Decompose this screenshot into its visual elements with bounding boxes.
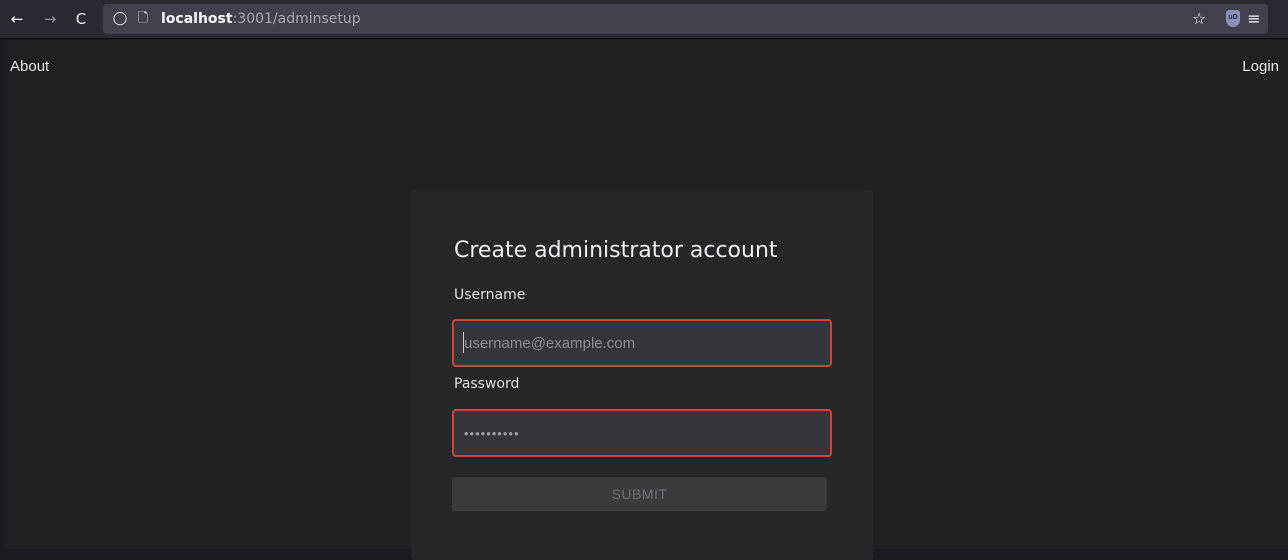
url-text[interactable]: localhost:3001/adminsetup xyxy=(161,10,361,28)
password-input[interactable] xyxy=(452,409,832,457)
password-label: Password xyxy=(454,376,520,392)
form-title: Create administrator account xyxy=(454,238,778,263)
admin-setup-card: Create administrator account Username Pa… xyxy=(411,190,873,560)
url-host: localhost xyxy=(161,11,233,27)
submit-button[interactable]: SUBMIT xyxy=(452,477,827,511)
username-input[interactable] xyxy=(452,319,832,367)
back-icon[interactable]: ← xyxy=(6,8,28,30)
page-content: About Login Create administrator account… xyxy=(5,40,1288,560)
about-link[interactable]: About xyxy=(10,58,49,75)
browser-toolbar: ← → C ◯ 🗋 localhost:3001/adminsetup ☆ uD… xyxy=(0,0,1288,39)
text-caret xyxy=(463,332,464,353)
url-bar[interactable]: ◯ 🗋 localhost:3001/adminsetup ☆ xyxy=(103,4,1268,34)
ublock-extension-icon[interactable]: uD xyxy=(1226,10,1240,27)
url-path: :3001/adminsetup xyxy=(232,11,361,27)
shield-icon[interactable]: ◯ xyxy=(111,9,129,29)
reload-icon[interactable]: C xyxy=(70,8,92,30)
menu-icon[interactable]: ≡ xyxy=(1243,8,1265,30)
bookmark-star-icon[interactable]: ☆ xyxy=(1188,8,1210,30)
forward-icon[interactable]: → xyxy=(39,8,61,30)
username-label: Username xyxy=(454,287,526,303)
login-link[interactable]: Login xyxy=(1242,58,1279,75)
page-icon[interactable]: 🗋 xyxy=(134,9,152,29)
